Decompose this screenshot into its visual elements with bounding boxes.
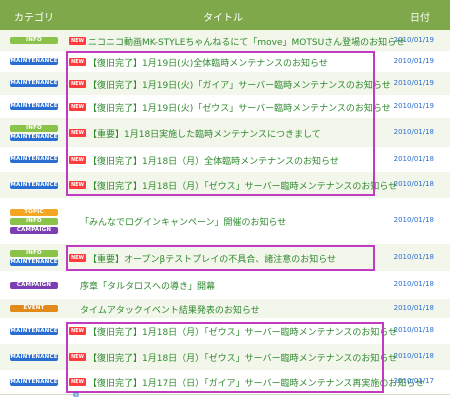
category-badge-maintenance[interactable]: MAINTENANCE (10, 80, 58, 87)
news-title-link[interactable]: 【復旧完了】1月17日（日）「ガイア」サーバー臨時メンテナンス再実施のお知らせ (88, 376, 424, 389)
news-date: 2010/01/17 (393, 377, 434, 385)
category-cell: MAINTENANCE (0, 344, 68, 370)
category-cell: MAINTENANCE (0, 51, 68, 72)
news-title-link[interactable]: 「みんなでログインキャンペーン」開催のお知らせ (80, 215, 286, 228)
news-title-link[interactable]: 【復旧完了】1月19日(火)全体臨時メンテナンスのお知らせ (88, 56, 328, 69)
category-badge-maintenance[interactable]: MAINTENANCE (10, 182, 58, 189)
news-date: 2010/01/18 (393, 352, 434, 360)
header-category: カテゴリ (14, 13, 54, 24)
new-badge-icon: NEW (69, 58, 86, 66)
news-title-link[interactable]: ニコニコ動画MK-STYLEちゃんねるにて「move」MOTSUさん登場のお知ら… (88, 35, 405, 48)
news-title-link[interactable]: 【復旧完了】1月19日(火)「ゼウス」サーバー臨時メンテナンスのお知らせ (88, 101, 391, 114)
news-date: 2010/01/18 (393, 304, 434, 312)
new-badge-icon: NEW (69, 353, 86, 361)
category-cell: MAINTENANCE (0, 147, 68, 172)
news-date: 2010/01/18 (393, 280, 434, 288)
news-title-link[interactable]: 【重要】オープンβテストプレイの不具合、諸注意のお知らせ (88, 252, 336, 265)
category-badge-maintenance[interactable]: MAINTENANCE (10, 103, 58, 110)
small-link-icon[interactable]: ⧉ (73, 390, 79, 400)
category-badge-topic[interactable]: TOPIC (10, 209, 58, 216)
table-row[interactable]: MAINTENANCE NEW 【復旧完了】1月18日（月）全体臨時メンテナンスのお… (0, 147, 450, 173)
category-cell: MAINTENANCE (0, 172, 68, 198)
news-date: 2010/01/18 (393, 216, 434, 224)
category-badge-info[interactable]: INFO (10, 125, 58, 132)
category-badge-maintenance[interactable]: MAINTENANCE (10, 156, 58, 163)
table-header: カテゴリ タイトル 日付 (0, 0, 450, 30)
category-badge-campaign[interactable]: CAMPAIGN (10, 227, 58, 234)
news-date: 2010/01/19 (393, 36, 434, 44)
category-cell: MAINTENANCE (0, 370, 68, 394)
category-badge-maintenance[interactable]: MAINTENANCE (10, 134, 58, 141)
news-title-link[interactable]: 【復旧完了】1月19日(火)「ガイア」サーバー臨時メンテナンスのお知らせ (88, 78, 391, 91)
news-title-link[interactable]: 序章「タルタロスへの導き」開幕 (80, 279, 215, 292)
category-badge-maintenance[interactable]: MAINTENANCE (10, 354, 58, 361)
table-row[interactable]: MAINTENANCE NEW 【復旧完了】1月18日（月）「ゼウス」サーバー臨時メ… (0, 344, 450, 371)
category-cell: MAINTENANCE (0, 318, 68, 344)
new-badge-icon: NEW (69, 103, 86, 111)
category-badge-info[interactable]: INFO (10, 37, 58, 44)
table-row[interactable]: MAINTENANCE NEW 【復旧完了】1月18日（月）「ゼウス」サーバー臨時メ… (0, 318, 450, 345)
news-date: 2010/01/18 (393, 326, 434, 334)
new-badge-icon: NEW (69, 156, 86, 164)
new-badge-icon: NEW (69, 181, 86, 189)
category-cell: MAINTENANCE (0, 95, 68, 118)
news-title-link[interactable]: タイムアタックイベント結果発表のお知らせ (80, 303, 260, 316)
category-cell: INFO MAINTENANCE (0, 118, 68, 147)
table-row[interactable]: MAINTENANCE NEW 【復旧完了】1月19日(火)「ガイア」サーバー臨時メ… (0, 72, 450, 96)
news-date: 2010/01/19 (393, 79, 434, 87)
news-date: 2010/01/18 (393, 128, 434, 136)
table-row[interactable]: MAINTENANCE NEW 【復旧完了】1月19日(火)「ゼウス」サーバー臨時メ… (0, 95, 450, 119)
table-row[interactable]: MAINTENANCE NEW 【復旧完了】1月17日（日）「ガイア」サーバー臨時メ… (0, 370, 450, 395)
news-title-link[interactable]: 【復旧完了】1月18日（月）「ゼウス」サーバー臨時メンテナンスのお知らせ (88, 351, 397, 364)
category-badge-campaign[interactable]: CAMPAIGN (10, 282, 58, 289)
new-badge-icon: NEW (69, 37, 86, 45)
category-cell: INFO (0, 30, 68, 51)
header-title: タイトル (203, 13, 243, 24)
new-badge-icon: NEW (69, 378, 86, 386)
category-badge-maintenance[interactable]: MAINTENANCE (10, 328, 58, 335)
news-date: 2010/01/18 (393, 180, 434, 188)
new-badge-icon: NEW (69, 327, 86, 335)
category-badge-info[interactable]: INFO (10, 250, 58, 257)
table-row[interactable]: INFO NEW ニコニコ動画MK-STYLEちゃんねるにて「move」MOTSUさ… (0, 30, 450, 52)
new-badge-icon: NEW (69, 129, 86, 137)
news-date: 2010/01/19 (393, 102, 434, 110)
table-row[interactable]: INFO MAINTENANCE NEW 【重要】オープンβテストプレイの不具合、諸注… (0, 244, 450, 272)
category-cell: CAMPAIGN (0, 271, 68, 299)
news-title-link[interactable]: 【復旧完了】1月18日（月）全体臨時メンテナンスのお知らせ (88, 154, 339, 167)
category-cell: EVENT (0, 299, 68, 318)
table-row[interactable]: INFO MAINTENANCE NEW 【重要】1月18日実施した臨時メンテナンスに… (0, 118, 450, 148)
category-badge-info[interactable]: INFO (10, 218, 58, 225)
new-badge-icon: NEW (69, 254, 86, 262)
news-title-link[interactable]: 【復旧完了】1月18日（月）「ゼウス」サーバー臨時メンテナンスのお知らせ (88, 325, 397, 338)
category-cell: MAINTENANCE (0, 72, 68, 95)
news-date: 2010/01/19 (393, 57, 434, 65)
table-row[interactable]: MAINTENANCE NEW 【復旧完了】1月18日（月）「ゼウス」サーバー臨時メ… (0, 172, 450, 199)
news-date: 2010/01/18 (393, 253, 434, 261)
category-badge-event[interactable]: EVENT (10, 305, 58, 312)
new-badge-icon: NEW (69, 80, 86, 88)
table-row[interactable]: MAINTENANCE NEW 【復旧完了】1月19日(火)全体臨時メンテナンスのお… (0, 51, 450, 73)
category-badge-maintenance[interactable]: MAINTENANCE (10, 259, 58, 266)
category-badge-maintenance[interactable]: MAINTENANCE (10, 379, 58, 386)
category-cell: TOPIC INFO CAMPAIGN (0, 198, 68, 244)
news-date: 2010/01/18 (393, 155, 434, 163)
news-title-link[interactable]: 【重要】1月18日実施した臨時メンテナンスにつきまして (88, 127, 321, 140)
header-date: 日付 (410, 13, 430, 24)
news-title-link[interactable]: 【復旧完了】1月18日（月）「ゼウス」サーバー臨時メンテナンスのお知らせ (88, 179, 397, 192)
table-row[interactable]: CAMPAIGN 序章「タルタロスへの導き」開幕 2010/01/18 (0, 271, 450, 300)
category-badge-maintenance[interactable]: MAINTENANCE (10, 58, 58, 65)
category-cell: INFO MAINTENANCE (0, 244, 68, 271)
table-row[interactable]: EVENT タイムアタックイベント結果発表のお知らせ 2010/01/18 (0, 299, 450, 319)
table-row[interactable]: TOPIC INFO CAMPAIGN 「みんなでログインキャンペーン」開催のお知らせ… (0, 198, 450, 245)
